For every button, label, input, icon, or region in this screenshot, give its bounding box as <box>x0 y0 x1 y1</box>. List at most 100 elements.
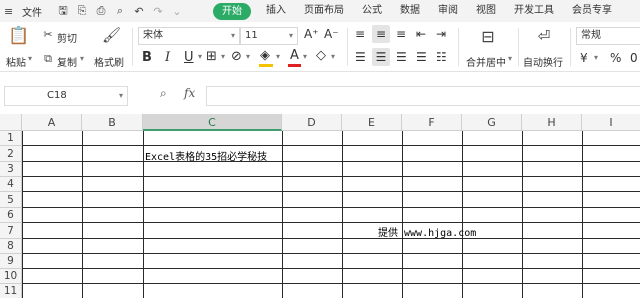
row-header-11[interactable]: 11 <box>0 284 22 298</box>
wrap-text-button[interactable]: 自动换行 <box>523 54 563 69</box>
name-box[interactable]: C18 ▾ <box>4 86 128 106</box>
align-top-icon[interactable]: ≡ <box>355 27 365 41</box>
tab-member[interactable]: 会员专享 <box>563 0 621 22</box>
italic-icon[interactable]: I <box>165 50 170 65</box>
ribbon-separator <box>132 28 133 66</box>
column-header-f[interactable]: F <box>402 114 462 131</box>
decrease-indent-icon[interactable]: ⇤ <box>416 27 426 41</box>
row-header-1[interactable]: 1 <box>0 131 22 146</box>
border-dropdown-icon[interactable]: ▾ <box>221 52 225 61</box>
column-header-i[interactable]: I <box>582 114 640 131</box>
merge-center-button[interactable]: 合并居中 <box>466 54 506 69</box>
save-icon[interactable]: 🖫 <box>56 2 70 21</box>
align-middle-icon[interactable]: ≡ <box>372 25 390 43</box>
column-header-h[interactable]: H <box>522 114 582 131</box>
fill-color-dropdown-icon[interactable]: ▾ <box>276 52 280 61</box>
grid-line <box>82 131 83 298</box>
row-header-8[interactable]: 8 <box>0 239 22 254</box>
decrease-font-icon[interactable]: A⁻ <box>324 27 339 41</box>
hamburger-menu-icon[interactable]: ≡ <box>4 5 18 18</box>
underline-icon[interactable]: U <box>184 50 194 65</box>
row-header-6[interactable]: 6 <box>0 208 22 223</box>
print-icon[interactable]: ⎙ <box>94 4 108 18</box>
tab-home[interactable]: 开始 <box>213 2 251 20</box>
column-header-g[interactable]: G <box>462 114 522 131</box>
print-preview-icon[interactable]: ⌕ <box>113 4 127 18</box>
row-header-3[interactable]: 3 <box>0 162 22 177</box>
align-bottom-icon[interactable]: ≡ <box>396 27 406 41</box>
fx-icon[interactable]: fx <box>184 86 195 100</box>
align-center-icon[interactable]: ☰ <box>372 48 390 66</box>
select-all-corner[interactable] <box>0 114 22 131</box>
currency-dropdown-icon[interactable]: ▾ <box>594 53 598 62</box>
row-header-9[interactable]: 9 <box>0 254 22 269</box>
justify-icon[interactable]: ☰ <box>416 50 427 64</box>
column-header-a[interactable]: A <box>22 114 82 131</box>
column-header-c[interactable]: C <box>143 114 282 131</box>
increase-font-icon[interactable]: A⁺ <box>304 27 319 41</box>
merge-dropdown-icon[interactable]: ▾ <box>508 54 512 63</box>
row-header-2[interactable]: 2 <box>0 146 22 162</box>
cell-c2[interactable]: Excel表格的35招必学秘技 <box>145 148 267 163</box>
row-header-5[interactable]: 5 <box>0 192 22 208</box>
tab-view[interactable]: 视图 <box>467 0 505 22</box>
copy-dropdown-icon[interactable]: ▾ <box>80 54 84 63</box>
paste-dropdown-icon[interactable]: ▾ <box>28 54 32 63</box>
tab-page-layout[interactable]: 页面布局 <box>295 0 353 22</box>
fill-pattern-icon[interactable]: ⊘ <box>231 49 242 64</box>
column-header-d[interactable]: D <box>282 114 342 131</box>
tab-review[interactable]: 审阅 <box>429 0 467 22</box>
undo-icon[interactable]: ↶ <box>132 5 146 18</box>
cut-icon[interactable]: ✂ <box>42 28 54 41</box>
thousands-format-button[interactable]: 0 <box>630 51 638 65</box>
quick-access-dropdown-icon[interactable]: ⌄ <box>170 5 184 18</box>
wrap-text-icon[interactable]: ⏎ <box>534 27 554 45</box>
font-size-select[interactable]: 11 ▾ <box>240 27 298 45</box>
column-header-e[interactable]: E <box>342 114 402 131</box>
grid-line <box>582 131 583 298</box>
copy-button[interactable]: 复制 <box>57 54 77 69</box>
paste-button[interactable]: 粘贴 <box>6 54 26 69</box>
underline-dropdown-icon[interactable]: ▾ <box>198 52 202 61</box>
fill-color-swatch <box>259 64 273 67</box>
fill-pattern-dropdown-icon[interactable]: ▾ <box>246 52 250 61</box>
tab-formulas[interactable]: 公式 <box>353 0 391 22</box>
merge-center-icon[interactable]: ⊟ <box>478 27 498 46</box>
font-name-select[interactable]: 宋体 ▾ <box>138 27 240 45</box>
export-pdf-icon[interactable]: ⎘ <box>75 4 89 18</box>
fill-color-icon[interactable]: ◈ <box>260 48 270 63</box>
file-menu[interactable]: 文件 <box>22 4 42 19</box>
align-right-icon[interactable]: ☰ <box>396 50 407 64</box>
tab-developer[interactable]: 开发工具 <box>505 0 563 22</box>
bold-icon[interactable]: B <box>142 50 152 65</box>
grid-line <box>342 131 343 298</box>
border-icon[interactable]: ⊞ <box>206 49 217 64</box>
row-header-10[interactable]: 10 <box>0 269 22 284</box>
clear-format-dropdown-icon[interactable]: ▾ <box>331 52 335 61</box>
increase-indent-icon[interactable]: ⇥ <box>436 27 446 41</box>
copy-icon[interactable]: ⧉ <box>42 52 54 66</box>
formula-input[interactable] <box>206 86 640 106</box>
column-header-b[interactable]: B <box>82 114 143 131</box>
redo-icon[interactable]: ↷ <box>151 5 165 18</box>
tab-insert[interactable]: 插入 <box>257 0 295 22</box>
tab-data[interactable]: 数据 <box>391 0 429 22</box>
row-header-7[interactable]: 7 <box>0 223 22 239</box>
zoom-search-icon[interactable]: ⌕ <box>160 86 167 101</box>
ribbon-tabs: 开始 插入 页面布局 公式 数据 审阅 视图 开发工具 会员专享 <box>213 0 621 22</box>
align-left-icon[interactable]: ☰ <box>355 50 366 64</box>
row-header-4[interactable]: 4 <box>0 177 22 192</box>
number-format-select[interactable]: 常规 <box>576 27 640 45</box>
distributed-align-icon[interactable]: ☷ <box>436 50 447 64</box>
cell-e7[interactable]: 提供 www.hjga.com <box>378 224 476 239</box>
formula-bar: C18 ▾ ⌕ fx <box>0 84 640 108</box>
format-painter-icon[interactable]: 🖌 <box>102 26 121 44</box>
percent-format-button[interactable]: % <box>610 51 621 65</box>
font-color-icon[interactable]: A <box>290 48 299 63</box>
paste-icon[interactable]: 📋 <box>8 26 29 46</box>
font-color-dropdown-icon[interactable]: ▾ <box>303 52 307 61</box>
cut-button[interactable]: 剪切 <box>57 30 77 45</box>
currency-format-button[interactable]: ¥ <box>580 51 588 65</box>
format-painter-button[interactable]: 格式刷 <box>94 54 124 69</box>
clear-format-icon[interactable]: ◇ <box>316 48 326 63</box>
